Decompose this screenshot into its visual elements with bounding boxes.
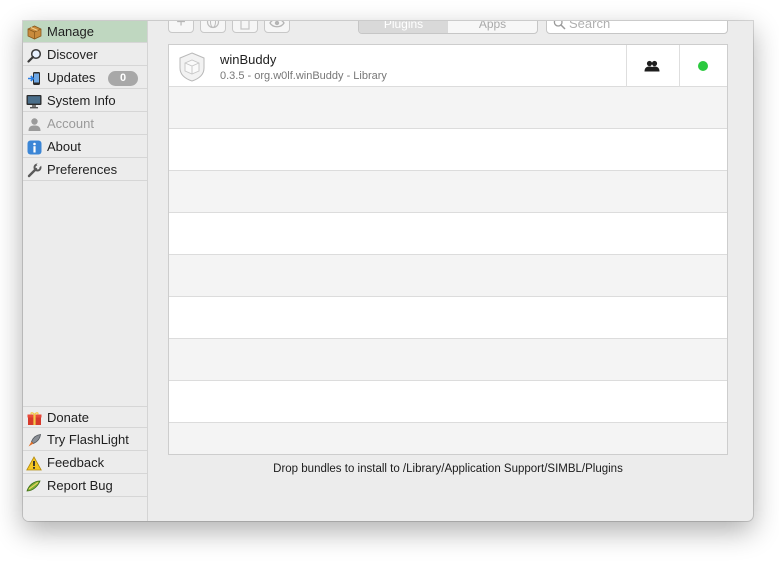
tab-apps[interactable]: Apps bbox=[448, 21, 537, 33]
sidebar-item-manage[interactable]: Manage bbox=[23, 21, 147, 43]
sidebar-item-label: System Info bbox=[47, 93, 116, 108]
plugin-name: winBuddy bbox=[220, 52, 277, 67]
sidebar-item-label: Report Bug bbox=[47, 478, 113, 493]
trash-icon bbox=[239, 21, 251, 32]
search-field[interactable] bbox=[546, 21, 728, 34]
sidebar-item-label: Discover bbox=[47, 47, 98, 62]
toolbar: + Plugins Apps bbox=[168, 21, 728, 35]
column-divider bbox=[679, 45, 680, 87]
plugin-bundle-icon bbox=[179, 52, 205, 82]
sidebar-item-label: Feedback bbox=[47, 455, 105, 470]
package-icon bbox=[26, 24, 42, 40]
sidebar-item-try-flashlight[interactable]: Try FlashLight bbox=[23, 429, 147, 451]
table-row bbox=[169, 213, 727, 255]
magnifier-icon bbox=[26, 47, 42, 63]
sidebar-item-label: About bbox=[47, 139, 81, 154]
monitor-icon bbox=[26, 93, 42, 109]
app-window: Manage Discover Updates 0 System Info Ac… bbox=[23, 21, 753, 521]
sidebar: Manage Discover Updates 0 System Info Ac… bbox=[23, 21, 148, 521]
rocket-icon bbox=[26, 432, 42, 448]
table-row bbox=[169, 297, 727, 339]
search-input[interactable] bbox=[569, 21, 719, 33]
add-button[interactable]: + bbox=[168, 21, 194, 33]
table-row bbox=[169, 255, 727, 297]
plugin-table: winBuddy 0.3.5 - org.w0lf.winBuddy - Lib… bbox=[168, 44, 728, 455]
user-icon bbox=[26, 116, 42, 132]
column-divider bbox=[626, 45, 627, 87]
drop-hint-text: Drop bundles to install to /Library/Appl… bbox=[273, 463, 623, 475]
plugins-apps-segmented-control: Plugins Apps bbox=[358, 21, 538, 34]
sidebar-item-updates[interactable]: Updates 0 bbox=[23, 67, 147, 89]
web-button[interactable] bbox=[200, 21, 226, 33]
sidebar-item-label: Preferences bbox=[47, 162, 118, 177]
sidebar-item-label: Account bbox=[47, 116, 94, 131]
table-row bbox=[169, 423, 727, 454]
gift-icon bbox=[26, 410, 42, 426]
sidebar-item-report-bug[interactable]: Report Bug bbox=[23, 475, 147, 497]
users-icon[interactable] bbox=[644, 60, 660, 72]
wrench-icon bbox=[26, 162, 42, 178]
table-row bbox=[169, 87, 727, 129]
sidebar-item-label: Try FlashLight bbox=[47, 432, 129, 447]
sidebar-item-feedback[interactable]: Feedback bbox=[23, 452, 147, 474]
tab-plugins[interactable]: Plugins bbox=[359, 21, 448, 33]
plus-icon: + bbox=[176, 21, 186, 31]
sidebar-item-label: Donate bbox=[47, 410, 89, 425]
table-row bbox=[169, 129, 727, 171]
updates-icon bbox=[26, 70, 42, 86]
trash-button[interactable] bbox=[232, 21, 258, 33]
sidebar-item-preferences[interactable]: Preferences bbox=[23, 159, 147, 181]
sidebar-item-label: Updates bbox=[47, 70, 96, 85]
table-row bbox=[169, 339, 727, 381]
table-row[interactable]: winBuddy 0.3.5 - org.w0lf.winBuddy - Lib… bbox=[169, 45, 727, 87]
plugin-enabled-status-dot[interactable] bbox=[698, 61, 708, 71]
sidebar-item-label: Manage bbox=[47, 24, 94, 39]
sidebar-item-discover[interactable]: Discover bbox=[23, 44, 147, 66]
info-icon bbox=[26, 139, 42, 155]
updates-count-badge: 0 bbox=[108, 71, 138, 86]
globe-icon bbox=[206, 21, 220, 32]
table-row bbox=[169, 381, 727, 423]
search-icon bbox=[553, 21, 566, 30]
plugin-meta: 0.3.5 - org.w0lf.winBuddy - Library bbox=[220, 70, 387, 82]
eye-icon bbox=[269, 21, 285, 32]
sidebar-item-system-info[interactable]: System Info bbox=[23, 90, 147, 112]
warning-icon bbox=[26, 455, 42, 471]
table-row bbox=[169, 171, 727, 213]
sidebar-item-donate[interactable]: Donate bbox=[23, 406, 147, 428]
reveal-button[interactable] bbox=[264, 21, 290, 33]
sidebar-item-account[interactable]: Account bbox=[23, 113, 147, 135]
bug-icon bbox=[26, 478, 42, 494]
sidebar-item-about[interactable]: About bbox=[23, 136, 147, 158]
